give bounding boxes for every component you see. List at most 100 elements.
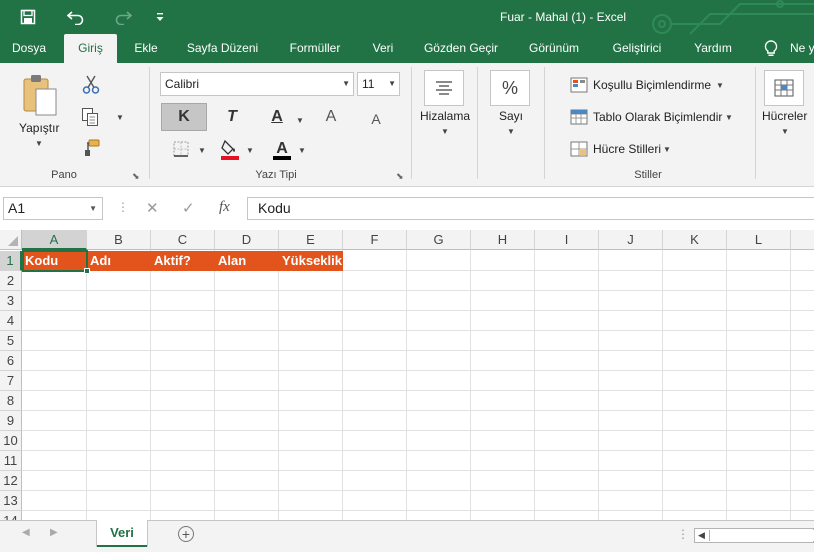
scroll-left-arrow-icon[interactable]: ◀ [698, 530, 705, 541]
undo-icon[interactable] [65, 7, 87, 27]
name-box[interactable]: A1 ▼ [3, 197, 103, 220]
cell-styles-label[interactable]: Hücre Stilleri [593, 142, 661, 156]
tab-gorunum[interactable]: Görünüm [520, 34, 588, 63]
cell-d1[interactable]: Alan [215, 251, 279, 271]
cell-e1[interactable]: Yükseklik [279, 251, 343, 271]
column-header[interactable]: D [215, 230, 279, 250]
underline-dropdown-icon[interactable]: ▼ [296, 116, 304, 125]
borders-dropdown-icon[interactable]: ▼ [198, 146, 206, 155]
cell-b1[interactable]: Adı [87, 251, 151, 271]
scroll-right-icon[interactable]: ▶ [50, 527, 58, 538]
tab-formuller[interactable]: Formüller [281, 34, 349, 63]
chevron-down-icon[interactable]: ▼ [725, 113, 733, 122]
sheet-tab-veri[interactable]: Veri [97, 520, 147, 547]
cells-label[interactable]: Hücreler [762, 109, 807, 123]
spreadsheet-grid[interactable]: A B C D E F G H I J K L 1 2 3 4 5 6 7 8 … [0, 230, 814, 520]
column-header[interactable]: J [599, 230, 663, 250]
format-as-table-label[interactable]: Tablo Olarak Biçimlendir [593, 110, 722, 124]
column-header[interactable]: C [151, 230, 215, 250]
column-header[interactable]: B [87, 230, 151, 250]
copy-icon[interactable] [79, 106, 101, 128]
row-header[interactable]: 8 [0, 391, 22, 411]
tell-me-search[interactable]: Ne y [790, 34, 814, 63]
font-color-dropdown-icon[interactable]: ▼ [298, 146, 306, 155]
select-all-button[interactable] [0, 230, 22, 250]
italic-button[interactable]: T [217, 103, 247, 131]
copy-dropdown-icon[interactable]: ▼ [116, 113, 124, 122]
row-header[interactable]: 7 [0, 371, 22, 391]
paste-icon[interactable] [18, 71, 60, 119]
column-header[interactable]: F [343, 230, 407, 250]
font-size-combo[interactable]: 11 ▼ [357, 72, 400, 96]
scrollbar-thumb[interactable] [709, 530, 814, 541]
column-header[interactable]: G [407, 230, 471, 250]
alignment-dropdown-icon[interactable]: ▼ [441, 127, 449, 136]
bold-button[interactable]: K [161, 103, 207, 131]
column-header[interactable]: H [471, 230, 535, 250]
row-header[interactable]: 13 [0, 491, 22, 511]
grow-font-button[interactable]: A [318, 103, 344, 131]
row-header[interactable]: 10 [0, 431, 22, 451]
fill-color-dropdown-icon[interactable]: ▼ [246, 146, 254, 155]
row-header[interactable]: 11 [0, 451, 22, 471]
insert-function-icon[interactable]: fx [219, 199, 230, 216]
column-header[interactable]: A [22, 230, 87, 250]
paste-dropdown-icon[interactable]: ▼ [35, 139, 43, 148]
tab-sayfa-duzeni[interactable]: Sayfa Düzeni [180, 34, 265, 63]
column-header[interactable]: L [727, 230, 791, 250]
conditional-formatting-label[interactable]: Koşullu Biçimlendirme [593, 78, 711, 92]
font-launcher-icon[interactable]: ⬊ [396, 171, 406, 181]
chevron-down-icon[interactable]: ▼ [663, 145, 671, 154]
chevron-down-icon[interactable]: ▼ [716, 81, 724, 90]
number-label[interactable]: Sayı [499, 109, 523, 123]
cut-icon[interactable] [80, 74, 102, 96]
tab-veri[interactable]: Veri [365, 34, 401, 63]
redo-icon[interactable] [112, 7, 134, 27]
format-as-table-icon[interactable] [569, 108, 589, 126]
row-header[interactable]: 9 [0, 411, 22, 431]
tab-dosya[interactable]: Dosya [4, 34, 54, 63]
row-header[interactable]: 4 [0, 311, 22, 331]
fill-color-icon[interactable] [218, 137, 242, 161]
tab-gozden-gecir[interactable]: Gözden Geçir [418, 34, 504, 63]
shrink-font-button[interactable]: A [364, 105, 388, 133]
formula-input[interactable]: Kodu [247, 197, 814, 220]
alignment-icon[interactable] [424, 70, 464, 106]
column-header[interactable]: I [535, 230, 599, 250]
column-header[interactable]: E [279, 230, 343, 250]
row-header[interactable]: 14 [0, 511, 22, 520]
lightbulb-icon[interactable] [764, 40, 778, 60]
row-header[interactable]: 5 [0, 331, 22, 351]
splitter-icon[interactable]: ⋮ [677, 527, 689, 541]
tab-yardim[interactable]: Yardım [686, 34, 740, 63]
cell-c1[interactable]: Aktif? [151, 251, 215, 271]
format-painter-icon[interactable] [82, 138, 102, 158]
enter-icon[interactable]: ✓ [182, 199, 195, 217]
alignment-label[interactable]: Hizalama [420, 109, 470, 123]
underline-button[interactable]: A [262, 103, 292, 131]
borders-icon[interactable] [170, 139, 192, 159]
row-header[interactable]: 6 [0, 351, 22, 371]
paste-label[interactable]: Yapıştır [19, 121, 59, 135]
conditional-formatting-icon[interactable] [569, 76, 589, 94]
fill-handle[interactable] [84, 268, 90, 274]
cancel-icon[interactable]: ✕ [146, 199, 159, 217]
row-header[interactable]: 3 [0, 291, 22, 311]
scroll-left-icon[interactable]: ◀ [22, 527, 30, 538]
number-format-button[interactable]: % [490, 70, 530, 106]
cells-dropdown-icon[interactable]: ▼ [781, 127, 789, 136]
row-header[interactable]: 12 [0, 471, 22, 491]
tab-ekle[interactable]: Ekle [127, 34, 165, 63]
tab-gelistirici[interactable]: Geliştirici [604, 34, 670, 63]
horizontal-scrollbar[interactable]: ◀ [694, 528, 814, 543]
cells-icon[interactable] [764, 70, 804, 106]
cell-styles-icon[interactable] [569, 140, 589, 158]
column-header[interactable]: K [663, 230, 727, 250]
add-sheet-icon[interactable]: + [178, 526, 194, 542]
customize-qat-icon[interactable] [149, 7, 171, 27]
font-name-combo[interactable]: Calibri ▼ [160, 72, 354, 96]
tab-giris[interactable]: Giriş [64, 34, 117, 63]
number-dropdown-icon[interactable]: ▼ [507, 127, 515, 136]
column-header[interactable] [791, 230, 814, 250]
font-color-icon[interactable]: A [270, 137, 294, 161]
